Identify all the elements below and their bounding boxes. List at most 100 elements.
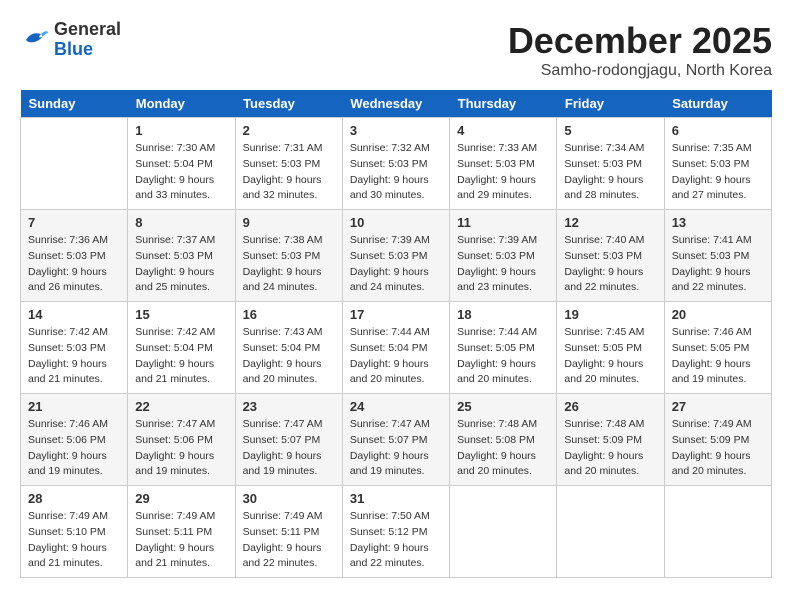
day-info: Sunrise: 7:46 AMSunset: 5:05 PMDaylight:… [672,325,764,388]
day-number: 24 [350,399,442,414]
calendar-cell: 29 Sunrise: 7:49 AMSunset: 5:11 PMDayligh… [128,486,235,578]
day-number: 1 [135,123,227,138]
day-number: 30 [243,491,335,506]
day-info: Sunrise: 7:42 AMSunset: 5:04 PMDaylight:… [135,325,227,388]
day-info: Sunrise: 7:43 AMSunset: 5:04 PMDaylight:… [243,325,335,388]
calendar-cell [664,486,771,578]
day-info: Sunrise: 7:47 AMSunset: 5:06 PMDaylight:… [135,417,227,480]
day-info: Sunrise: 7:44 AMSunset: 5:04 PMDaylight:… [350,325,442,388]
day-number: 3 [350,123,442,138]
calendar-cell: 4Sunrise: 7:33 AMSunset: 5:03 PMDaylight… [450,118,557,210]
day-number: 14 [28,307,120,322]
day-info: Sunrise: 7:36 AMSunset: 5:03 PMDaylight:… [28,233,120,296]
day-number: 5 [564,123,656,138]
day-info: Sunrise: 7:42 AMSunset: 5:03 PMDaylight:… [28,325,120,388]
calendar-cell [557,486,664,578]
page-header: General Blue December 2025 Samho-rodongj… [20,20,772,80]
day-number: 21 [28,399,120,414]
logo-icon [20,25,50,55]
calendar-cell: 24 Sunrise: 7:47 AMSunset: 5:07 PMDayligh… [342,394,449,486]
day-number: 22 [135,399,227,414]
day-info: Sunrise: 7:41 AMSunset: 5:03 PMDaylight:… [672,233,764,296]
day-info: Sunrise: 7:39 AMSunset: 5:03 PMDaylight:… [457,233,549,296]
header-day-friday: Friday [557,90,664,118]
header-day-tuesday: Tuesday [235,90,342,118]
title-block: December 2025 Samho-rodongjagu, North Ko… [508,20,772,80]
calendar-cell: 18Sunrise: 7:44 AMSunset: 5:05 PMDayligh… [450,302,557,394]
day-number: 28 [28,491,120,506]
day-info: Sunrise: 7:32 AMSunset: 5:03 PMDaylight:… [350,141,442,204]
calendar-cell: 25 Sunrise: 7:48 AMSunset: 5:08 PMDayligh… [450,394,557,486]
calendar-cell: 27Sunrise: 7:49 AMSunset: 5:09 PMDayligh… [664,394,771,486]
header-day-wednesday: Wednesday [342,90,449,118]
calendar-cell: 13 Sunrise: 7:41 AMSunset: 5:03 PMDayligh… [664,210,771,302]
day-number: 31 [350,491,442,506]
week-row-2: 14 Sunrise: 7:42 AMSunset: 5:03 PMDayligh… [21,302,772,394]
day-info: Sunrise: 7:31 AMSunset: 5:03 PMDaylight:… [243,141,335,204]
day-info: Sunrise: 7:40 AMSunset: 5:03 PMDaylight:… [564,233,656,296]
day-info: Sunrise: 7:47 AMSunset: 5:07 PMDaylight:… [243,417,335,480]
day-number: 15 [135,307,227,322]
calendar-cell: 11Sunrise: 7:39 AMSunset: 5:03 PMDayligh… [450,210,557,302]
day-info: Sunrise: 7:48 AMSunset: 5:09 PMDaylight:… [564,417,656,480]
calendar-cell: 23 Sunrise: 7:47 AMSunset: 5:07 PMDayligh… [235,394,342,486]
day-number: 20 [672,307,764,322]
day-number: 29 [135,491,227,506]
day-info: Sunrise: 7:30 AMSunset: 5:04 PMDaylight:… [135,141,227,204]
header-day-monday: Monday [128,90,235,118]
header-day-thursday: Thursday [450,90,557,118]
calendar-cell: 14 Sunrise: 7:42 AMSunset: 5:03 PMDayligh… [21,302,128,394]
day-number: 8 [135,215,227,230]
day-info: Sunrise: 7:46 AMSunset: 5:06 PMDaylight:… [28,417,120,480]
month-title: December 2025 [508,20,772,62]
calendar-cell: 8 Sunrise: 7:37 AMSunset: 5:03 PMDaylight… [128,210,235,302]
day-info: Sunrise: 7:50 AMSunset: 5:12 PMDaylight:… [350,509,442,572]
calendar-cell: 2Sunrise: 7:31 AMSunset: 5:03 PMDaylight… [235,118,342,210]
calendar-cell [21,118,128,210]
calendar-cell: 26 Sunrise: 7:48 AMSunset: 5:09 PMDayligh… [557,394,664,486]
day-number: 23 [243,399,335,414]
calendar-cell: 7Sunrise: 7:36 AMSunset: 5:03 PMDaylight… [21,210,128,302]
location-subtitle: Samho-rodongjagu, North Korea [508,62,772,80]
day-number: 17 [350,307,442,322]
calendar-cell: 22 Sunrise: 7:47 AMSunset: 5:06 PMDayligh… [128,394,235,486]
calendar-cell: 21 Sunrise: 7:46 AMSunset: 5:06 PMDayligh… [21,394,128,486]
day-number: 10 [350,215,442,230]
day-number: 26 [564,399,656,414]
day-info: Sunrise: 7:49 AMSunset: 5:11 PMDaylight:… [243,509,335,572]
day-number: 27 [672,399,764,414]
day-number: 18 [457,307,549,322]
week-row-4: 28Sunrise: 7:49 AMSunset: 5:10 PMDayligh… [21,486,772,578]
day-number: 25 [457,399,549,414]
day-number: 19 [564,307,656,322]
calendar-cell: 31 Sunrise: 7:50 AMSunset: 5:12 PMDayligh… [342,486,449,578]
day-number: 6 [672,123,764,138]
week-row-0: 1 Sunrise: 7:30 AMSunset: 5:04 PMDaylight… [21,118,772,210]
header-day-saturday: Saturday [664,90,771,118]
calendar-cell: 10 Sunrise: 7:39 AMSunset: 5:03 PMDayligh… [342,210,449,302]
day-number: 4 [457,123,549,138]
calendar-cell: 30 Sunrise: 7:49 AMSunset: 5:11 PMDayligh… [235,486,342,578]
header-row: SundayMondayTuesdayWednesdayThursdayFrid… [21,90,772,118]
calendar-cell: 3 Sunrise: 7:32 AMSunset: 5:03 PMDaylight… [342,118,449,210]
calendar-cell: 6Sunrise: 7:35 AMSunset: 5:03 PMDaylight… [664,118,771,210]
day-info: Sunrise: 7:49 AMSunset: 5:11 PMDaylight:… [135,509,227,572]
header-day-sunday: Sunday [21,90,128,118]
day-number: 16 [243,307,335,322]
day-info: Sunrise: 7:39 AMSunset: 5:03 PMDaylight:… [350,233,442,296]
day-info: Sunrise: 7:38 AMSunset: 5:03 PMDaylight:… [243,233,335,296]
calendar-cell: 15 Sunrise: 7:42 AMSunset: 5:04 PMDayligh… [128,302,235,394]
day-info: Sunrise: 7:47 AMSunset: 5:07 PMDaylight:… [350,417,442,480]
day-number: 12 [564,215,656,230]
calendar-cell: 5Sunrise: 7:34 AMSunset: 5:03 PMDaylight… [557,118,664,210]
day-info: Sunrise: 7:37 AMSunset: 5:03 PMDaylight:… [135,233,227,296]
logo-text: General Blue [54,20,121,60]
calendar-cell: 9Sunrise: 7:38 AMSunset: 5:03 PMDaylight… [235,210,342,302]
day-info: Sunrise: 7:48 AMSunset: 5:08 PMDaylight:… [457,417,549,480]
week-row-3: 21 Sunrise: 7:46 AMSunset: 5:06 PMDayligh… [21,394,772,486]
day-number: 13 [672,215,764,230]
calendar-cell: 16 Sunrise: 7:43 AMSunset: 5:04 PMDayligh… [235,302,342,394]
calendar-cell: 1 Sunrise: 7:30 AMSunset: 5:04 PMDaylight… [128,118,235,210]
calendar-cell: 20 Sunrise: 7:46 AMSunset: 5:05 PMDayligh… [664,302,771,394]
calendar-cell: 12 Sunrise: 7:40 AMSunset: 5:03 PMDayligh… [557,210,664,302]
